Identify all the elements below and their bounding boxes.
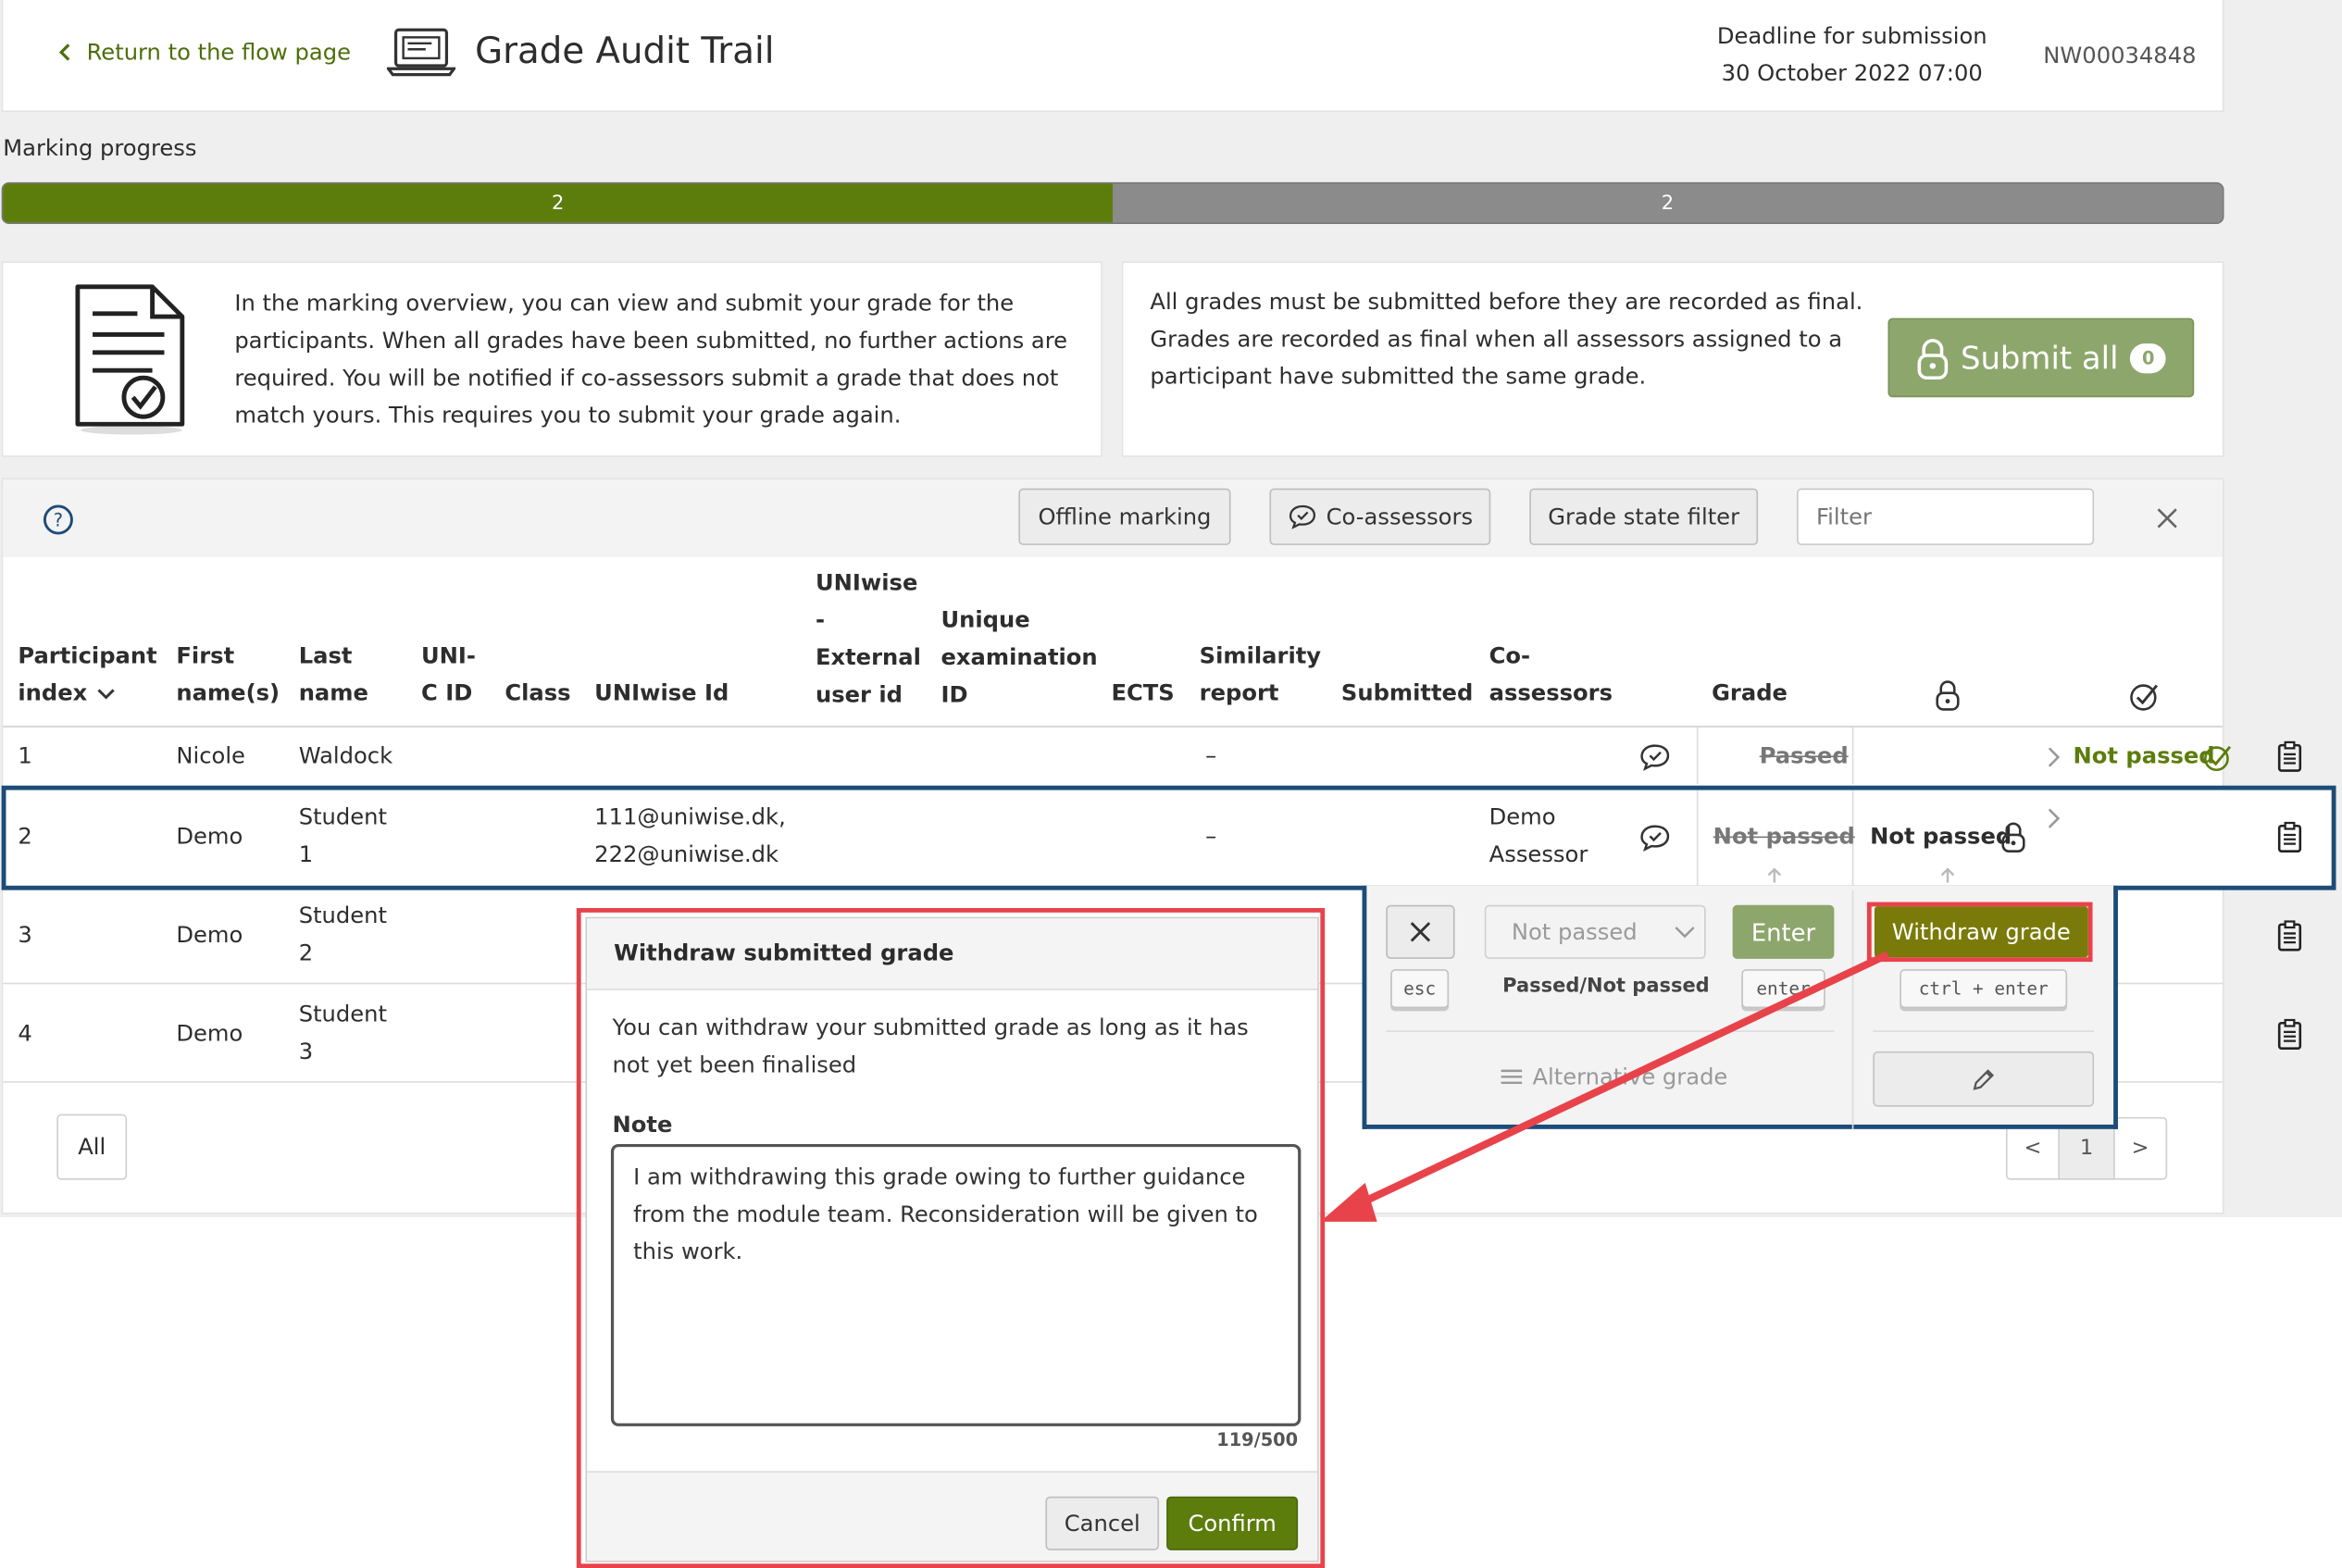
annotation-arrow: [1320, 952, 1889, 1222]
page-stage: Return to the flow page Grade Audit Trai…: [0, 0, 2342, 1568]
